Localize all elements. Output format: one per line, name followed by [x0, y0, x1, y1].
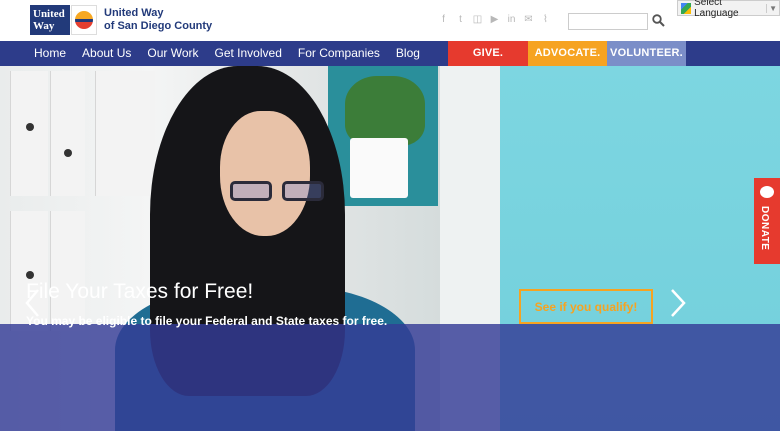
facebook-icon[interactable]: f	[438, 14, 449, 25]
plant-pot	[350, 138, 408, 198]
nav-item-for-companies[interactable]: For Companies	[298, 41, 380, 66]
piggy-bank-icon	[760, 186, 774, 198]
org-name[interactable]: United Way of San Diego County	[104, 7, 212, 33]
site-header: United Way United Way of San Diego Count…	[0, 0, 780, 41]
nav-item-blog[interactable]: Blog	[396, 41, 420, 66]
rss-icon[interactable]: ⌇	[540, 14, 551, 25]
youtube-icon[interactable]: ▶	[489, 14, 500, 25]
twitter-icon[interactable]: t	[455, 14, 466, 25]
search-input[interactable]	[568, 13, 648, 30]
hero-subtitle: You may be eligible to file your Federal…	[26, 314, 388, 328]
volunteer-button[interactable]: VOLUNTEER.	[607, 41, 686, 66]
donate-tab[interactable]: DONATE	[754, 178, 780, 264]
next-slide-arrow-icon[interactable]	[668, 287, 688, 319]
linkedin-icon[interactable]: in	[506, 14, 517, 25]
email-icon[interactable]: ✉	[523, 14, 534, 25]
search-icon[interactable]	[652, 14, 665, 27]
logo-emblem-icon[interactable]	[71, 5, 97, 35]
give-button[interactable]: GIVE.	[448, 41, 528, 66]
select-language-button[interactable]: Select Language ▼	[677, 0, 780, 19]
social-links: f t ◫ ▶ in ✉ ⌇	[438, 14, 551, 25]
see-if-you-qualify-button[interactable]: See if you qualify!	[519, 289, 653, 324]
google-icon	[681, 2, 692, 14]
plant	[345, 76, 425, 146]
chevron-down-icon: ▼	[766, 3, 779, 13]
hero-slider	[0, 66, 780, 431]
hero-banner	[0, 324, 780, 431]
org-name-line1: United Way	[104, 7, 164, 19]
advocate-button[interactable]: ADVOCATE.	[528, 41, 607, 66]
nav-item-about-us[interactable]: About Us	[82, 41, 131, 66]
org-name-line2: of San Diego County	[104, 20, 213, 32]
united-way-logo[interactable]: United Way	[30, 5, 70, 35]
nav-item-get-involved[interactable]: Get Involved	[215, 41, 282, 66]
select-language-label: Select Language	[694, 0, 739, 19]
instagram-icon[interactable]: ◫	[472, 14, 483, 25]
nav-item-home[interactable]: Home	[34, 41, 66, 66]
glasses	[230, 181, 326, 203]
person-face	[220, 111, 310, 236]
hero-title: File Your Taxes for Free!	[26, 280, 254, 303]
nav-item-our-work[interactable]: Our Work	[147, 41, 198, 66]
donate-label: DONATE	[759, 206, 770, 251]
